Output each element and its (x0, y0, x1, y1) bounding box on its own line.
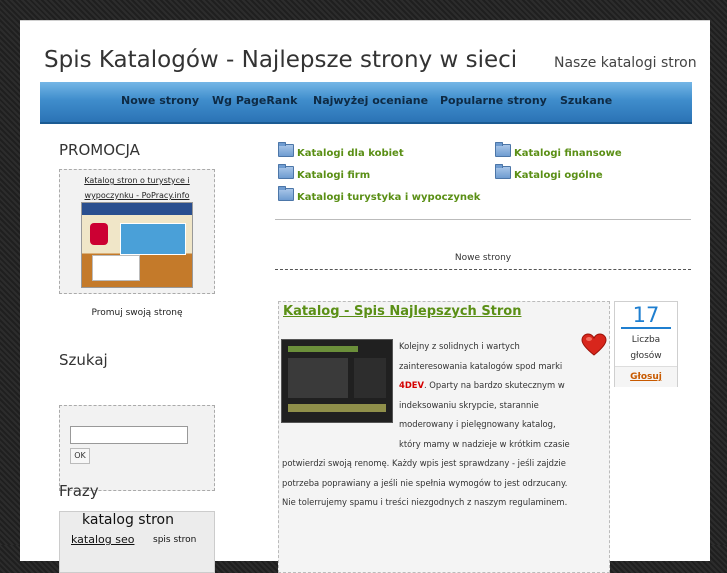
search-input[interactable] (70, 426, 188, 444)
folder-icon (495, 164, 511, 179)
vote-count-underline (621, 327, 671, 329)
listing-description: Kolejny z solidnych i wartych zaintereso… (282, 341, 570, 507)
category-link-general[interactable]: Katalogi ogólne (495, 164, 603, 181)
promo-heading: PROMOCJA (59, 141, 140, 159)
folder-icon (278, 186, 294, 201)
tag-spis-stron[interactable]: spis stron (153, 535, 196, 545)
promo-link[interactable]: Katalog stron o turystyce i wypoczynku -… (64, 173, 210, 203)
brand-name: 4DEV (399, 380, 424, 390)
vote-count: 17 (632, 303, 660, 327)
category-link-tourism[interactable]: Katalogi turystyka i wypoczynek (278, 186, 480, 203)
category-link-finance[interactable]: Katalogi finansowe (495, 142, 622, 159)
tag-cloud: katalog stron katalog seo spis stron (59, 511, 215, 573)
search-box: OK (59, 405, 215, 491)
tag-katalog-seo[interactable]: katalog seo (71, 533, 134, 546)
promo-caption[interactable]: Promuj swoją stronę (59, 308, 215, 318)
main-navigation: Nowe strony Wg PageRank Najwyżej ocenian… (40, 82, 692, 124)
nav-item-pagerank[interactable]: Wg PageRank (212, 94, 297, 107)
category-link-women[interactable]: Katalogi dla kobiet (278, 142, 404, 159)
category-link-companies[interactable]: Katalogi firm (278, 164, 370, 181)
search-button[interactable]: OK (70, 448, 90, 464)
listing-title-link[interactable]: Katalog - Spis Najlepszych Stron (283, 304, 522, 319)
promo-box: Katalog stron o turystyce i wypoczynku -… (59, 169, 215, 294)
tag-katalog-stron[interactable]: katalog stron (82, 512, 174, 528)
vote-label: Liczba głosów (630, 335, 662, 361)
nav-item-top-rated[interactable]: Najwyżej oceniane (313, 94, 428, 107)
folder-icon (495, 142, 511, 157)
tags-heading: Frazy (59, 482, 99, 500)
divider-dashed (275, 269, 691, 270)
page-container: Spis Katalogów - Najlepsze strony w siec… (20, 20, 710, 573)
divider (275, 219, 691, 220)
nav-item-searched[interactable]: Szukane (560, 94, 612, 107)
folder-icon (278, 164, 294, 179)
section-title: Nowe strony (454, 253, 512, 263)
site-title[interactable]: Spis Katalogów - Najlepsze strony w siec… (44, 47, 517, 73)
vote-button[interactable]: Głosuj (615, 366, 677, 387)
nav-item-popular[interactable]: Popularne strony (440, 94, 547, 107)
vote-box: 17 Liczba głosów Głosuj (614, 301, 678, 387)
nav-item-new-sites[interactable]: Nowe strony (121, 94, 199, 107)
folder-icon (278, 142, 294, 157)
heart-icon[interactable] (581, 333, 607, 357)
promo-screenshot[interactable] (81, 202, 193, 288)
site-tagline[interactable]: Nasze katalogi stron (554, 55, 697, 71)
search-heading: Szukaj (59, 351, 108, 369)
